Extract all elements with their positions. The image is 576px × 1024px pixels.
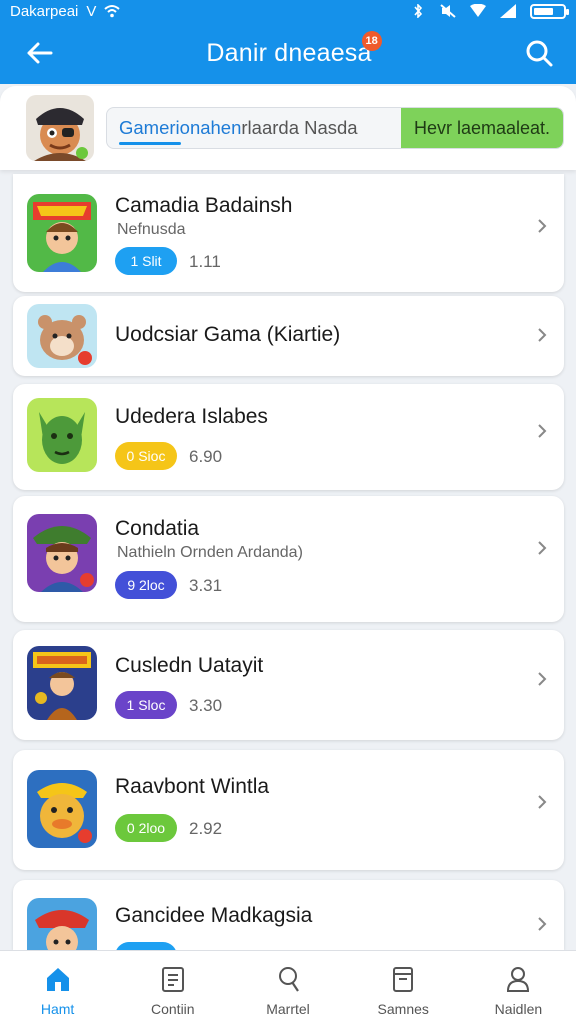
app-card[interactable]: Cusledn Uatayit 1 Sloc 3.30 (13, 630, 564, 740)
app-title: Udedera Islabes (115, 405, 268, 428)
app-tag: 0 2loo (115, 814, 177, 842)
app-rating: 3.30 (189, 696, 223, 715)
chevron-right-icon (538, 219, 547, 233)
nav-label: Samnes (377, 1001, 429, 1017)
app-header: Danir dneaesa 18 (0, 22, 576, 84)
app-title: Cusledn Uatayit (115, 654, 264, 677)
app-card[interactable]: Udedera Islabes 0 Sioc 6.90 (13, 384, 564, 490)
app-tag: 1 Slit (115, 247, 177, 275)
chevron-right-icon (538, 672, 547, 686)
app-card[interactable]: Raavbont Wintla 0 2loo 2.92 (13, 750, 564, 870)
document-icon (161, 967, 184, 992)
featured-banner: Gamerionahenrlaarda Nasda Hevr laemaalea… (0, 86, 576, 170)
app-card[interactable]: Uodcsiar Gama (Kiartie) (13, 296, 564, 376)
app-icon (27, 770, 97, 848)
featured-rest: rlaarda Nasda (241, 117, 358, 138)
signal-wifi-icon (470, 4, 486, 17)
home-icon (46, 968, 69, 991)
carrier-label: Dakarpeai (10, 2, 79, 20)
app-rating: 6.90 (189, 447, 223, 466)
signal-bars-icon (500, 4, 516, 18)
warrior-icon (27, 898, 97, 950)
chevron-right-icon (538, 424, 547, 438)
nav-item-profile[interactable]: Naidlen (461, 951, 576, 1024)
person-icon (279, 967, 299, 992)
app-icon (27, 304, 97, 368)
explorer-icon (27, 646, 97, 720)
app-rating: 1.11 (189, 252, 221, 271)
goblin-icon (27, 398, 97, 472)
app-card[interactable]: Camadia Badainsh Nefnusda 1 Slit 1.11 (13, 174, 564, 292)
search-button[interactable] (522, 36, 556, 70)
network-label: V (86, 2, 97, 20)
adventurer-icon (27, 514, 97, 592)
nav-item-home[interactable]: Hamt (0, 951, 115, 1024)
profile-icon (507, 967, 530, 992)
game-hero-icon (27, 194, 97, 272)
nav-label: Naidlen (494, 1001, 543, 1017)
app-card[interactable]: Gancidee Madkagsia (13, 880, 564, 950)
arrow-left-icon (27, 42, 53, 64)
app-icon (27, 514, 97, 592)
nav-label: Marrtel (266, 1001, 310, 1017)
app-icon (27, 194, 97, 272)
featured-pill[interactable]: Gamerionahenrlaarda Nasda Hevr laemaalea… (106, 107, 564, 149)
app-title: Condatia (115, 517, 200, 540)
search-icon (526, 40, 553, 67)
chevron-right-icon (538, 917, 547, 931)
chevron-right-icon (538, 541, 547, 555)
back-button[interactable] (22, 36, 56, 70)
book-icon (393, 967, 414, 992)
bluetooth-icon (414, 4, 423, 18)
header-title-wrap: Danir dneaesa 18 (206, 30, 382, 68)
app-title: Uodcsiar Gama (Kiartie) (115, 323, 341, 346)
app-title: Raavbont Wintla (115, 775, 270, 798)
nav-item-content[interactable]: Contiin (115, 951, 230, 1024)
app-tag: 0 Sioc (115, 442, 177, 470)
mute-icon (440, 4, 456, 18)
hamster-icon (27, 304, 97, 368)
wifi-icon (104, 5, 121, 18)
app-icon (27, 898, 97, 950)
app-tag: 1 Sloc (115, 691, 177, 719)
nav-item-market[interactable]: Marrtel (230, 951, 345, 1024)
app-title: Camadia Badainsh (115, 194, 293, 217)
duck-icon (27, 770, 97, 848)
app-tag (115, 942, 177, 950)
app-rating: 2.92 (189, 819, 223, 838)
page-title: Danir dneaesa (206, 38, 372, 67)
battery-icon (530, 3, 569, 19)
featured-avatar[interactable] (26, 95, 94, 161)
notification-badge: 18 (361, 30, 382, 51)
featured-highlight: Gamerionahen (119, 117, 242, 138)
nav-label: Contiin (151, 1001, 195, 1017)
status-bar: Dakarpeai V (0, 0, 576, 22)
featured-text: Gamerionahenrlaarda Nasda (107, 117, 387, 139)
featured-underline (119, 142, 181, 145)
chevron-right-icon (538, 795, 547, 809)
bottom-nav: Hamt Contiin Marrtel Samnes Naidlen (0, 950, 576, 1024)
nav-label: Hamt (40, 1001, 75, 1017)
nav-item-games[interactable]: Samnes (346, 951, 461, 1024)
featured-cta-button[interactable]: Hevr laemaaleat. (401, 108, 563, 148)
app-subtitle: Nefnusda (117, 221, 186, 238)
app-card[interactable]: Condatia Nathieln Ornden Ardanda) 9 2loc… (13, 496, 564, 622)
app-icon (27, 646, 97, 720)
pirate-character-icon (26, 95, 94, 161)
chevron-right-icon (538, 328, 547, 342)
app-icon (27, 398, 97, 472)
app-tag: 9 2loc (115, 571, 177, 599)
app-rating: 3.31 (189, 576, 223, 595)
app-subtitle: Nathieln Ornden Ardanda) (117, 544, 303, 561)
app-title: Gancidee Madkagsia (115, 904, 313, 927)
